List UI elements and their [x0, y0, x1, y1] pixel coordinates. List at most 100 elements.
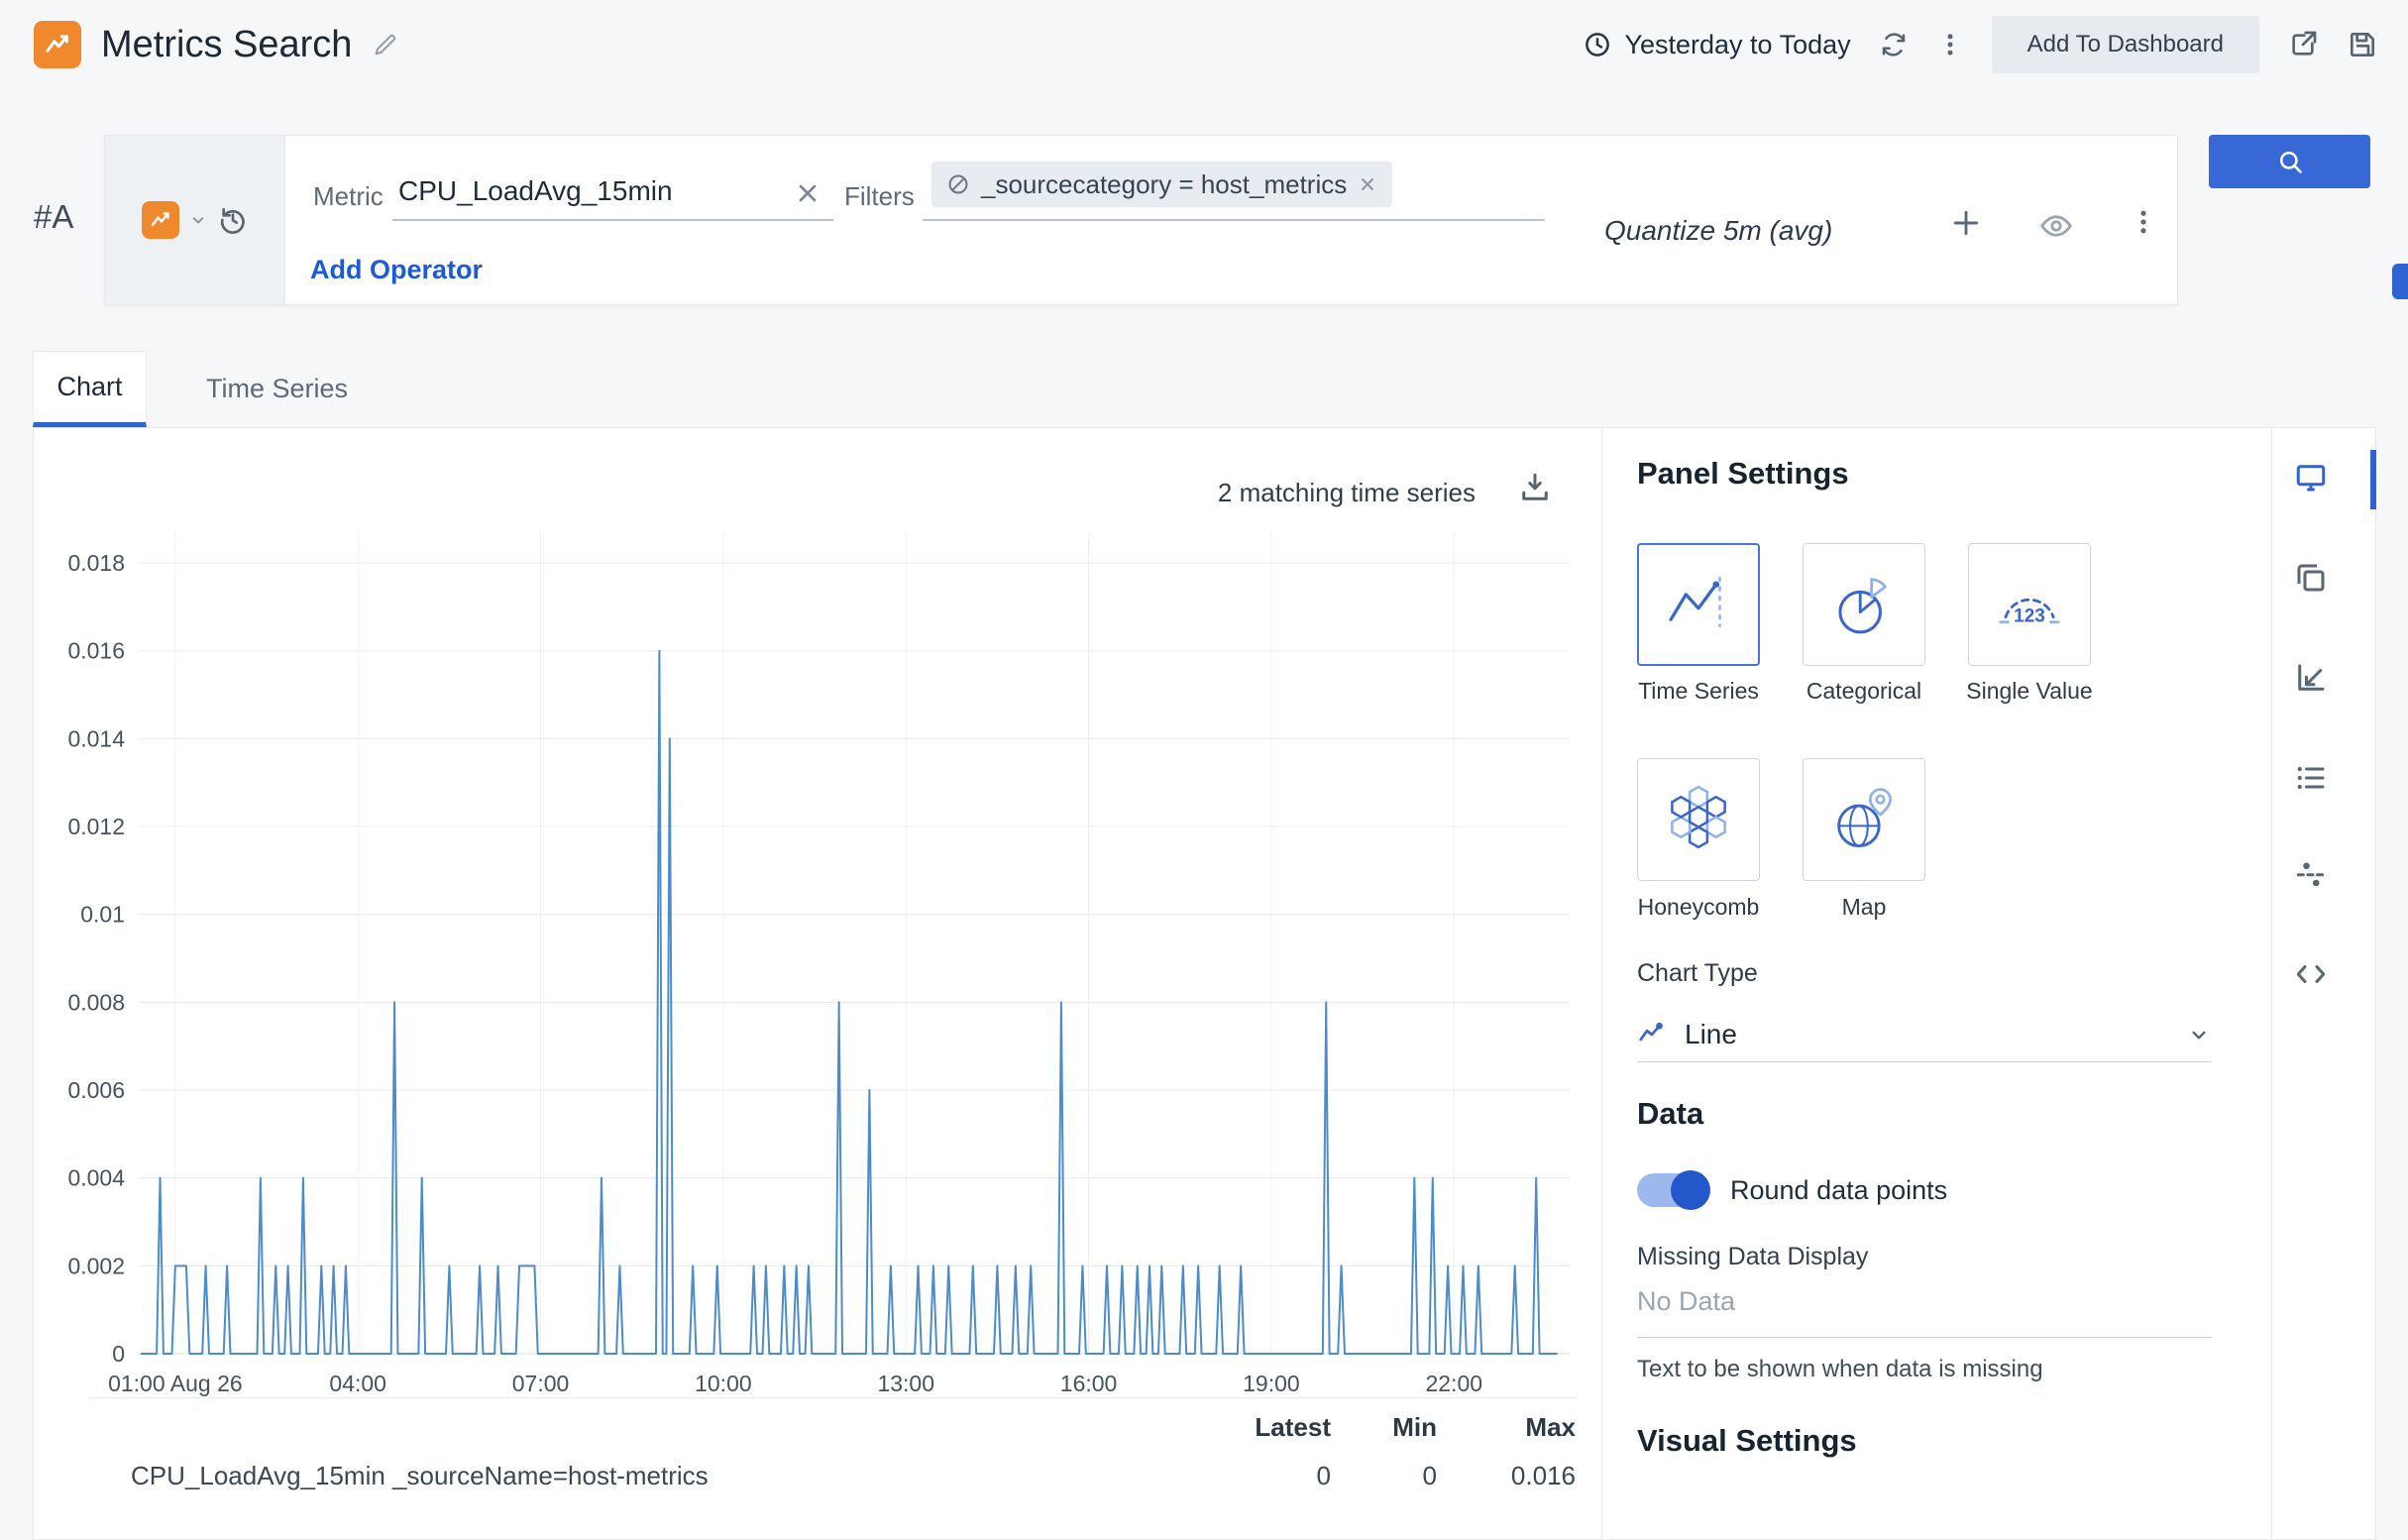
- svg-text:0.004: 0.004: [67, 1165, 125, 1191]
- panel-type-categorical[interactable]: [1803, 543, 1925, 666]
- metrics-logo-icon: [34, 21, 81, 68]
- matching-series-label: 2 matching time series: [1044, 478, 1476, 508]
- svg-text:13:00: 13:00: [877, 1371, 934, 1396]
- panel-type-single-value[interactable]: 123: [1968, 543, 2091, 666]
- edit-title-icon[interactable]: [372, 31, 399, 58]
- svg-text:0: 0: [112, 1341, 125, 1367]
- line-chart-type-icon: [1637, 1020, 1667, 1049]
- time-series-chart[interactable]: 01:00 Aug 26 04:00 07:00 10:00 13:00 16:00 19:…: [44, 515, 1580, 1405]
- metric-input-underline: [392, 219, 833, 221]
- tab-chart[interactable]: Chart: [33, 351, 147, 427]
- query-row-label: #A: [34, 198, 73, 236]
- data-section-title: Data: [1637, 1096, 1703, 1132]
- missing-data-help-text: Text to be shown when data is missing: [1637, 1356, 2043, 1383]
- query-card: Metric CPU_LoadAvg_15min Filters _source…: [104, 135, 2178, 305]
- add-operator-link[interactable]: Add Operator: [310, 255, 483, 285]
- panel-divider: [1601, 428, 1602, 1539]
- outliers-icon[interactable]: [2293, 856, 2329, 892]
- panel-type-honeycomb[interactable]: [1637, 758, 1760, 881]
- svg-text:22:00: 22:00: [1425, 1371, 1482, 1396]
- panel-type-map[interactable]: [1803, 758, 1925, 881]
- panel-type-label: Categorical: [1780, 678, 1948, 705]
- honeycomb-icon: [1661, 782, 1736, 857]
- svg-text:19:00: 19:00: [1243, 1371, 1300, 1396]
- chevron-down-icon: [2186, 1022, 2212, 1047]
- axes-settings-icon[interactable]: [2293, 660, 2329, 696]
- metrics-query-icon: [142, 201, 179, 239]
- legend-header-row: Latest Min Max: [89, 1398, 1576, 1443]
- download-icon[interactable]: [1517, 470, 1553, 505]
- header-kebab-menu-icon[interactable]: [1936, 31, 1964, 58]
- time-series-icon: [1661, 567, 1736, 642]
- svg-text:0.014: 0.014: [67, 725, 125, 751]
- top-header: Metrics Search Yesterday to Today: [0, 0, 2408, 89]
- tab-time-series[interactable]: Time Series: [190, 351, 364, 427]
- svg-text:10:00: 10:00: [695, 1371, 752, 1396]
- visibility-eye-icon[interactable]: [2039, 209, 2073, 243]
- exclude-icon: [946, 172, 970, 196]
- query-kebab-menu-icon[interactable]: [2129, 207, 2158, 237]
- query-history-icon[interactable]: [217, 204, 249, 236]
- chart-type-dropdown[interactable]: Line: [1637, 1007, 2212, 1062]
- metric-clear-icon[interactable]: [794, 179, 821, 207]
- panel-type-label: Map: [1780, 894, 1948, 921]
- filters-field-label: Filters: [844, 181, 915, 212]
- quantize-label: Quantize 5m (avg): [1604, 215, 1832, 247]
- time-range-label: Yesterday to Today: [1624, 30, 1850, 60]
- categorical-pie-icon: [1826, 567, 1902, 642]
- series-latest: 0: [1192, 1461, 1331, 1491]
- series-max: 0.016: [1437, 1461, 1576, 1491]
- svg-text:0.018: 0.018: [67, 550, 125, 576]
- save-icon[interactable]: [2347, 29, 2378, 60]
- filters-input-underline: [923, 219, 1545, 221]
- series-name: CPU_LoadAvg_15min _sourceName=host-metri…: [131, 1461, 1192, 1491]
- panel-settings-sidebar: Panel Settings 123 Time Series Ca: [1637, 428, 2212, 1539]
- svg-text:07:00: 07:00: [512, 1371, 570, 1396]
- legend-row[interactable]: CPU_LoadAvg_15min _sourceName=host-metri…: [89, 1461, 1576, 1491]
- search-icon: [2276, 148, 2304, 175]
- missing-data-label: Missing Data Display: [1637, 1243, 1868, 1271]
- share-export-icon[interactable]: [2287, 29, 2319, 60]
- panel-type-label: Honeycomb: [1614, 894, 1783, 921]
- settings-icon-strip: [2271, 428, 2376, 1539]
- svg-text:0.012: 0.012: [67, 814, 125, 839]
- time-range-picker[interactable]: Yesterday to Today: [1583, 30, 1850, 60]
- results-panel: 2 matching time series 01:00 Aug 26 04:00…: [33, 427, 2376, 1540]
- svg-text:04:00: 04:00: [329, 1371, 386, 1396]
- legend-table: Latest Min Max CPU_LoadAvg_15min _source…: [89, 1397, 1576, 1491]
- metric-input[interactable]: CPU_LoadAvg_15min: [398, 175, 673, 207]
- single-value-gauge-icon: 123: [1992, 567, 2067, 642]
- map-globe-icon: [1826, 782, 1902, 857]
- chart-type-label: Chart Type: [1637, 959, 1758, 988]
- query-type-selector[interactable]: [105, 136, 285, 304]
- chart-type-value: Line: [1685, 1019, 2186, 1050]
- panel-type-time-series[interactable]: [1637, 543, 1760, 666]
- svg-text:0.008: 0.008: [67, 989, 125, 1015]
- svg-text:0.002: 0.002: [67, 1253, 125, 1278]
- refresh-icon[interactable]: [1879, 30, 1909, 59]
- overlay-copy-icon[interactable]: [2293, 560, 2329, 596]
- series-min: 0: [1331, 1461, 1437, 1491]
- missing-data-input[interactable]: No Data: [1637, 1286, 2212, 1338]
- query-code-icon[interactable]: [2293, 956, 2329, 992]
- active-strip-indicator: [2370, 450, 2376, 509]
- panel-type-label: Single Value: [1945, 678, 2114, 705]
- panel-type-label: Time Series: [1614, 678, 1783, 705]
- page-title: Metrics Search: [101, 24, 352, 66]
- visual-settings-title: Visual Settings: [1637, 1423, 1857, 1459]
- legend-list-icon[interactable]: [2293, 760, 2329, 796]
- clock-icon: [1583, 30, 1612, 59]
- round-data-points-toggle[interactable]: [1637, 1173, 1708, 1207]
- legend-col-latest: Latest: [1192, 1412, 1331, 1443]
- add-to-dashboard-button[interactable]: Add To Dashboard: [1992, 16, 2259, 73]
- display-settings-icon[interactable]: [2293, 460, 2329, 495]
- svg-text:16:00: 16:00: [1060, 1371, 1118, 1396]
- scroll-indicator[interactable]: [2392, 264, 2408, 299]
- filter-chip[interactable]: _sourcecategory = host_metrics: [931, 162, 1392, 207]
- svg-text:01:00 Aug 26: 01:00 Aug 26: [108, 1371, 243, 1396]
- legend-col-min: Min: [1331, 1412, 1437, 1443]
- search-button[interactable]: [2209, 135, 2370, 188]
- add-query-icon[interactable]: [1950, 207, 1982, 239]
- filter-remove-icon[interactable]: [1358, 174, 1377, 194]
- metric-field-label: Metric: [313, 181, 383, 212]
